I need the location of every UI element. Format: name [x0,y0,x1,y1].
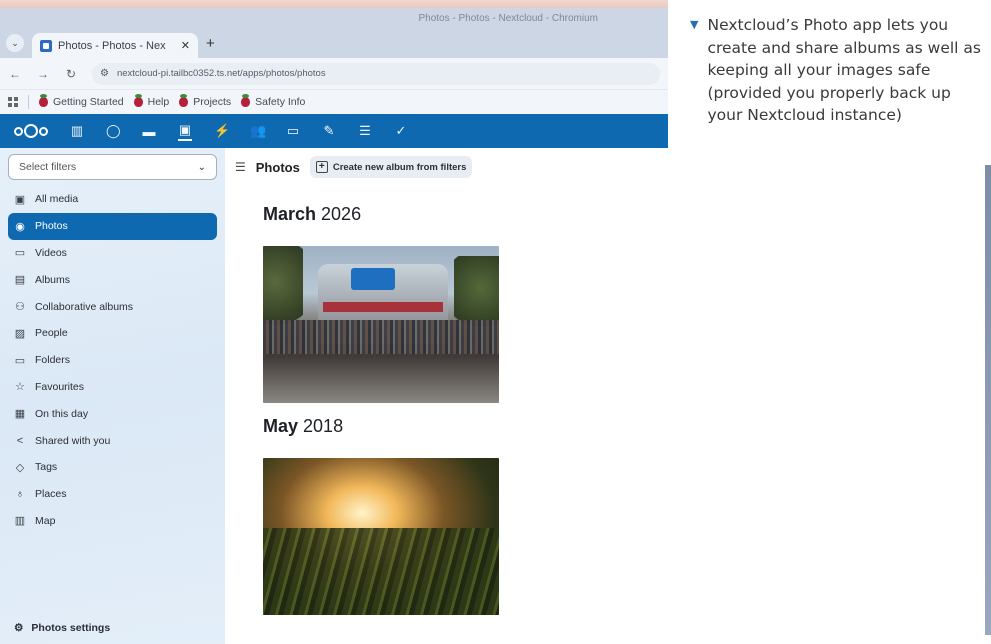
filter-select[interactable]: Select filters ⌄ [8,154,217,180]
triangle-down-icon: ▼ [690,18,699,31]
sidebar-item-albums[interactable]: ▤ Albums [8,266,217,293]
sidebar-item-favourites[interactable]: ☆ Favourites [8,374,217,401]
photo-thumbnail[interactable] [263,246,499,403]
window-titlebar: Photos - Photos - Nextcloud - Chromium [0,8,668,28]
url-text: nextcloud-pi.tailbc0352.ts.net/apps/phot… [116,68,326,79]
sidebar-item-places[interactable]: ♁ Places [8,481,217,508]
address-bar-row: ← → ↻ ⚙ nextcloud-pi.tailbc0352.ts.net/a… [0,58,668,90]
forward-arrow-icon[interactable]: → [36,67,50,81]
deck-icon[interactable]: ☰ [358,123,372,139]
caption-text: Nextcloud’s Photo app lets you create an… [707,16,981,124]
sidebar-item-collaborative-albums[interactable]: ⚇ Collaborative albums [8,293,217,320]
folder-icon: ▭ [14,354,26,367]
sidebar-item-videos[interactable]: ▭ Videos [8,240,217,267]
page-title: Photos [255,159,300,175]
scrollbar-track[interactable] [985,165,991,635]
month-heading: March 2026 [263,204,362,224]
photos-settings-button[interactable]: ⚙ Photos settings [14,622,110,634]
files-icon[interactable]: ▬ [142,124,156,139]
sidebar-list: ▣ All media ◉ Photos ▭ Videos ▤ Albums ⚇ Coll… [8,186,217,534]
camera-icon: ◉ [15,220,25,233]
group-icon: ⚇ [15,301,25,314]
tag-icon: ◇ [15,461,25,474]
photos-icon[interactable]: ▣ [178,122,192,141]
browser-tab-photos[interactable]: Photos - Photos - Nex ✕ [32,33,198,58]
tab-search-icon[interactable]: ⌄ [6,34,24,52]
calendar-icon[interactable]: ▭ [286,123,300,139]
nextcloud-logo-icon[interactable] [14,124,48,138]
map-icon: ▥ [14,515,26,528]
all-media-icon: ▣ [14,193,26,206]
url-field[interactable]: ⚙ nextcloud-pi.tailbc0352.ts.net/apps/ph… [92,62,660,85]
tab-strip: ⌄ Photos - Photos - Nex ✕ + [0,28,668,58]
sidebar-item-people[interactable]: ▨ People [8,320,217,347]
nextcloud-favicon-icon [40,39,52,52]
contacts-icon[interactable]: 👥 [250,123,266,139]
site-info-icon[interactable]: ⚙ [100,68,109,79]
calendar-icon: ▦ [14,408,26,421]
photo-thumbnail[interactable] [263,458,499,615]
add-album-icon: + [315,161,328,173]
bookmark-getting-started[interactable]: Getting Started [39,94,124,108]
raspberry-icon [241,94,251,107]
photos-main: ☰ Photos + Create new album from filters… [225,148,668,644]
reload-icon[interactable]: ↻ [64,67,78,81]
raspberry-icon [39,94,48,107]
bookmarks-divider [28,95,29,109]
window-top-strip [0,0,668,8]
sidebar-item-on-this-day[interactable]: ▦ On this day [8,400,217,427]
bookmark-help[interactable]: Help [133,94,169,108]
page: Photos - Photos - Nextcloud - Chromium ⌄… [0,0,991,644]
bookmark-safety-info[interactable]: Safety Info [241,94,305,108]
notes-icon[interactable]: ✎ [322,123,336,139]
people-icon: ▨ [14,327,26,340]
filter-placeholder: Select filters [19,161,77,173]
star-icon: ☆ [15,381,25,394]
screenshot-caption: ▼ Nextcloud’s Photo app lets you create … [690,14,986,127]
nextcloud-header: ▥ ◯ ▬ ▣ ⚡ 👥 ▭ ✎ ☰ ✓ [0,114,668,148]
bookmark-projects[interactable]: Projects [179,94,231,108]
sidebar-item-photos[interactable]: ◉ Photos [8,212,217,240]
activity-icon[interactable]: ⚡ [214,123,230,139]
search-icon[interactable]: ◯ [106,123,121,139]
close-tab-icon[interactable]: ✕ [181,39,190,52]
apps-grid-icon[interactable] [8,97,18,107]
sidebar-item-shared-with-you[interactable]: < Shared with you [8,427,217,454]
raspberry-icon [179,94,189,107]
sidebar-item-tags[interactable]: ◇ Tags [8,454,217,481]
share-icon: < [16,434,24,447]
bookmarks-bar: Getting Started Help Projects Safety Inf… [0,90,668,114]
sidebar-item-folders[interactable]: ▭ Folders [8,347,217,374]
albums-icon: ▤ [14,274,26,287]
create-album-button[interactable]: + Create new album from filters [309,156,473,178]
sidebar-item-all-media[interactable]: ▣ All media [8,186,217,213]
toggle-navigation-icon[interactable]: ☰ [235,160,246,174]
video-icon: ▭ [14,247,26,260]
main-toolbar: ☰ Photos + Create new album from filters [235,156,668,178]
photos-sidebar: Select filters ⌄ ▣ All media ◉ Photos ▭ Vid… [0,148,225,644]
new-tab-button[interactable]: + [206,35,215,52]
gear-icon: ⚙ [14,622,24,634]
pin-icon: ♁ [15,488,25,501]
dashboard-icon[interactable]: ▥ [70,123,84,139]
tab-title: Photos - Photos - Nex [58,39,166,52]
tasks-icon[interactable]: ✓ [394,123,408,139]
back-arrow-icon[interactable]: ← [8,67,22,81]
window-title: Photos - Photos - Nextcloud - Chromium [418,12,598,24]
nextcloud-body: Select filters ⌄ ▣ All media ◉ Photos ▭ Vid… [0,148,668,644]
chevron-down-icon: ⌄ [197,161,206,173]
browser-window: Photos - Photos - Nextcloud - Chromium ⌄… [0,0,668,644]
month-heading: May 2018 [263,416,344,436]
sidebar-item-map[interactable]: ▥ Map [8,508,217,535]
raspberry-icon [133,94,143,107]
